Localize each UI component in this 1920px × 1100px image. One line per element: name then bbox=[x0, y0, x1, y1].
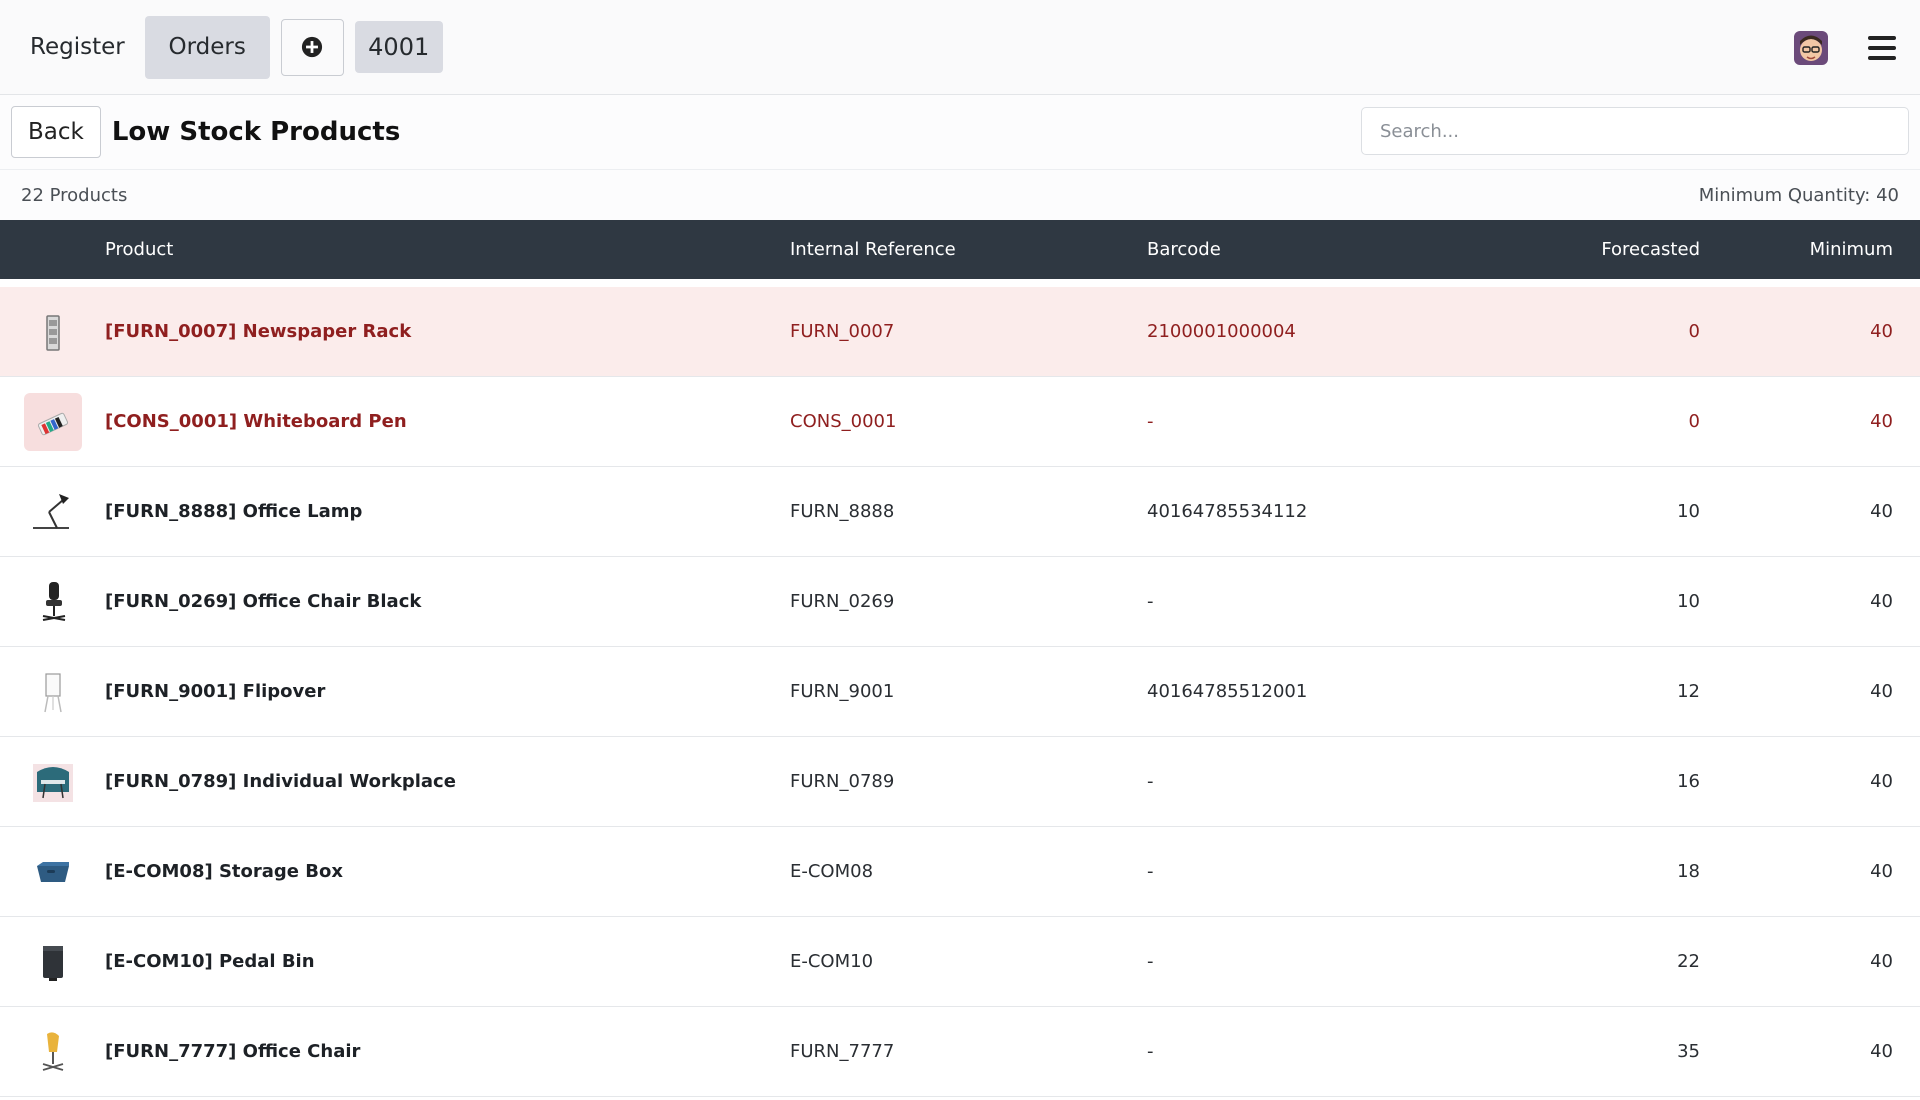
minimum-qty: 40 bbox=[1870, 951, 1893, 972]
barcode: - bbox=[1147, 771, 1154, 792]
minimum-quantity-label: Minimum Quantity: 40 bbox=[1698, 184, 1899, 206]
register-tab[interactable]: Register bbox=[18, 16, 137, 79]
user-avatar[interactable] bbox=[1794, 30, 1828, 65]
summary-bar: 22 Products Minimum Quantity: 40 bbox=[0, 170, 1920, 220]
header-forecasted[interactable]: Forecasted bbox=[1500, 239, 1700, 260]
internal-reference: FURN_9001 bbox=[790, 681, 895, 702]
table-row[interactable]: [E-COM10] Pedal Bin E-COM10 - 22 40 bbox=[0, 917, 1920, 1007]
newspaper-rack-icon bbox=[24, 303, 82, 361]
table-row[interactable]: [FURN_0007] Newspaper Rack FURN_0007 210… bbox=[0, 287, 1920, 377]
minimum-qty: 40 bbox=[1870, 321, 1893, 342]
table-row[interactable]: [FURN_0269] Office Chair Black FURN_0269… bbox=[0, 557, 1920, 647]
orders-tab[interactable]: Orders bbox=[144, 15, 270, 79]
office-chair-black-icon bbox=[24, 573, 82, 631]
control-bar: Back Low Stock Products bbox=[0, 95, 1920, 170]
search-input[interactable] bbox=[1361, 107, 1909, 155]
barcode: 40164785534112 bbox=[1147, 501, 1308, 522]
forecasted-qty: 18 bbox=[1677, 861, 1700, 882]
new-order-button[interactable] bbox=[280, 18, 344, 76]
internal-reference: E-COM08 bbox=[790, 861, 874, 882]
product-name: [FURN_7777] Office Chair bbox=[105, 1041, 361, 1062]
flipover-icon bbox=[24, 663, 82, 721]
forecasted-qty: 22 bbox=[1677, 951, 1700, 972]
minimum-qty: 40 bbox=[1870, 591, 1893, 612]
header-minimum[interactable]: Minimum bbox=[1700, 239, 1909, 260]
minimum-qty: 40 bbox=[1870, 411, 1893, 432]
office-chair-icon bbox=[24, 1023, 82, 1081]
storage-box-icon bbox=[24, 843, 82, 901]
table-row[interactable]: [FURN_7777] Office Chair FURN_7777 - 35 … bbox=[0, 1007, 1920, 1097]
barcode: - bbox=[1147, 1041, 1154, 1062]
internal-reference: FURN_0269 bbox=[790, 591, 895, 612]
table-header: Product Internal Reference Barcode Forec… bbox=[0, 220, 1920, 279]
product-name: [FURN_0007] Newspaper Rack bbox=[105, 321, 412, 342]
internal-reference: FURN_7777 bbox=[790, 1041, 895, 1062]
product-name: [FURN_9001] Flipover bbox=[105, 681, 326, 702]
product-name: [FURN_0269] Office Chair Black bbox=[105, 591, 422, 612]
table-row[interactable]: [FURN_0789] Individual Workplace FURN_07… bbox=[0, 737, 1920, 827]
header-internal-reference[interactable]: Internal Reference bbox=[790, 239, 1147, 260]
product-name: [E-COM10] Pedal Bin bbox=[105, 951, 315, 972]
internal-reference: FURN_0789 bbox=[790, 771, 895, 792]
product-name: [CONS_0001] Whiteboard Pen bbox=[105, 411, 407, 432]
plus-circle-icon bbox=[302, 36, 323, 58]
barcode: - bbox=[1147, 591, 1154, 612]
header-product[interactable]: Product bbox=[105, 239, 790, 260]
product-count: 22 Products bbox=[21, 184, 128, 206]
internal-reference: FURN_8888 bbox=[790, 501, 895, 522]
forecasted-qty: 0 bbox=[1688, 411, 1700, 432]
internal-reference: E-COM10 bbox=[790, 951, 874, 972]
minimum-qty: 40 bbox=[1870, 1041, 1893, 1062]
table-row[interactable]: [FURN_8888] Office Lamp FURN_8888 401647… bbox=[0, 467, 1920, 557]
table-body: [FURN_0007] Newspaper Rack FURN_0007 210… bbox=[0, 287, 1920, 1097]
office-lamp-icon bbox=[24, 483, 82, 541]
forecasted-qty: 10 bbox=[1677, 591, 1700, 612]
barcode: 2100001000004 bbox=[1147, 321, 1296, 342]
table-row[interactable]: [CONS_0001] Whiteboard Pen CONS_0001 - 0… bbox=[0, 377, 1920, 467]
minimum-qty: 40 bbox=[1870, 501, 1893, 522]
product-name: [E-COM08] Storage Box bbox=[105, 861, 343, 882]
internal-reference: FURN_0007 bbox=[790, 321, 895, 342]
back-button[interactable]: Back bbox=[11, 106, 101, 158]
workplace-icon bbox=[24, 753, 82, 811]
forecasted-qty: 35 bbox=[1677, 1041, 1700, 1062]
hamburger-menu-icon[interactable] bbox=[1868, 35, 1896, 60]
barcode: - bbox=[1147, 951, 1154, 972]
table-row[interactable]: [FURN_9001] Flipover FURN_9001 401647855… bbox=[0, 647, 1920, 737]
minimum-qty: 40 bbox=[1870, 681, 1893, 702]
product-name: [FURN_0789] Individual Workplace bbox=[105, 771, 456, 792]
header-barcode[interactable]: Barcode bbox=[1147, 239, 1500, 260]
forecasted-qty: 10 bbox=[1677, 501, 1700, 522]
barcode: 40164785512001 bbox=[1147, 681, 1308, 702]
minimum-qty: 40 bbox=[1870, 771, 1893, 792]
barcode: - bbox=[1147, 861, 1154, 882]
whiteboard-pen-icon bbox=[23, 392, 82, 451]
pedal-bin-icon bbox=[24, 933, 82, 991]
table-row[interactable]: [E-COM08] Storage Box E-COM08 - 18 40 bbox=[0, 827, 1920, 917]
forecasted-qty: 12 bbox=[1677, 681, 1700, 702]
barcode: - bbox=[1147, 411, 1154, 432]
forecasted-qty: 0 bbox=[1688, 321, 1700, 342]
product-name: [FURN_8888] Office Lamp bbox=[105, 501, 363, 522]
page-title: Low Stock Products bbox=[111, 117, 401, 147]
current-order-tab[interactable]: 4001 bbox=[354, 21, 443, 73]
forecasted-qty: 16 bbox=[1677, 771, 1700, 792]
internal-reference: CONS_0001 bbox=[790, 411, 897, 432]
minimum-qty: 40 bbox=[1870, 861, 1893, 882]
top-navbar: Register Orders 4001 bbox=[0, 0, 1920, 95]
